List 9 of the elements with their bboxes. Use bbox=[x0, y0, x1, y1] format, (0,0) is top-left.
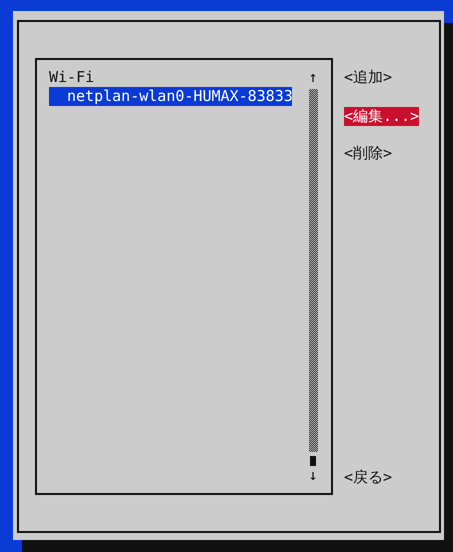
action-button[interactable]: <追加> bbox=[344, 68, 392, 87]
scrollbar-thumb[interactable] bbox=[310, 456, 316, 466]
connection-item[interactable]: netplan-wlan0-HUMAX-83833 bbox=[49, 87, 292, 106]
scroll-down-arrow[interactable]: ↓ bbox=[308, 466, 318, 485]
category-label: Wi-Fi bbox=[49, 68, 94, 86]
action-button[interactable]: <編集...> bbox=[344, 107, 420, 126]
action-button[interactable]: <削除> bbox=[344, 144, 392, 163]
back-button[interactable]: <戻る> bbox=[344, 468, 392, 487]
scroll-up-arrow[interactable]: ↑ bbox=[308, 68, 318, 87]
